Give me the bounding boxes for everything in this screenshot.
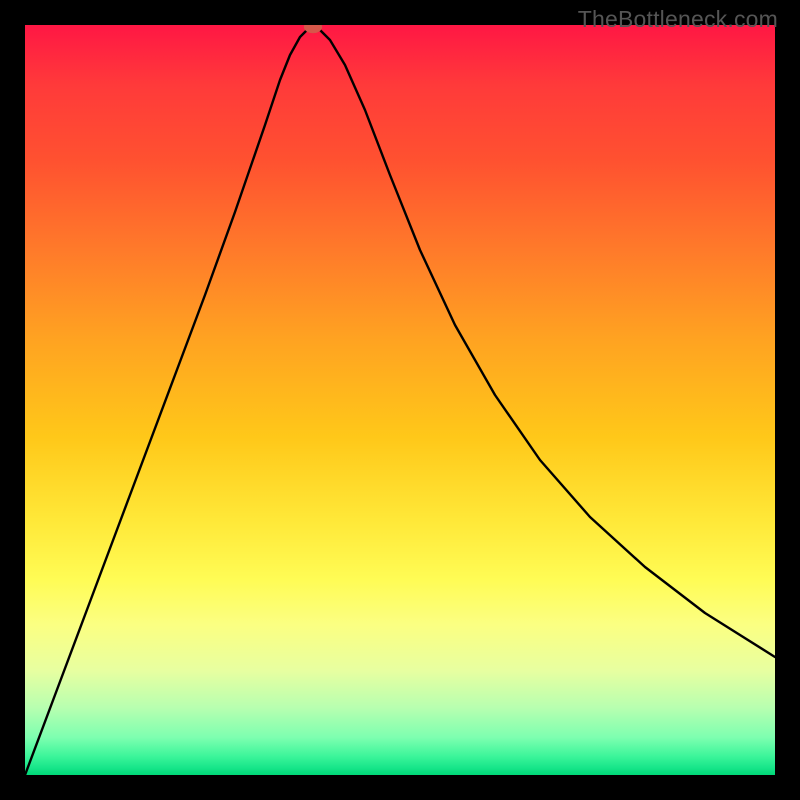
plot-area [25,25,775,775]
chart-svg [25,25,775,775]
bottleneck-curve [25,27,775,775]
watermark-text: TheBottleneck.com [578,6,778,33]
